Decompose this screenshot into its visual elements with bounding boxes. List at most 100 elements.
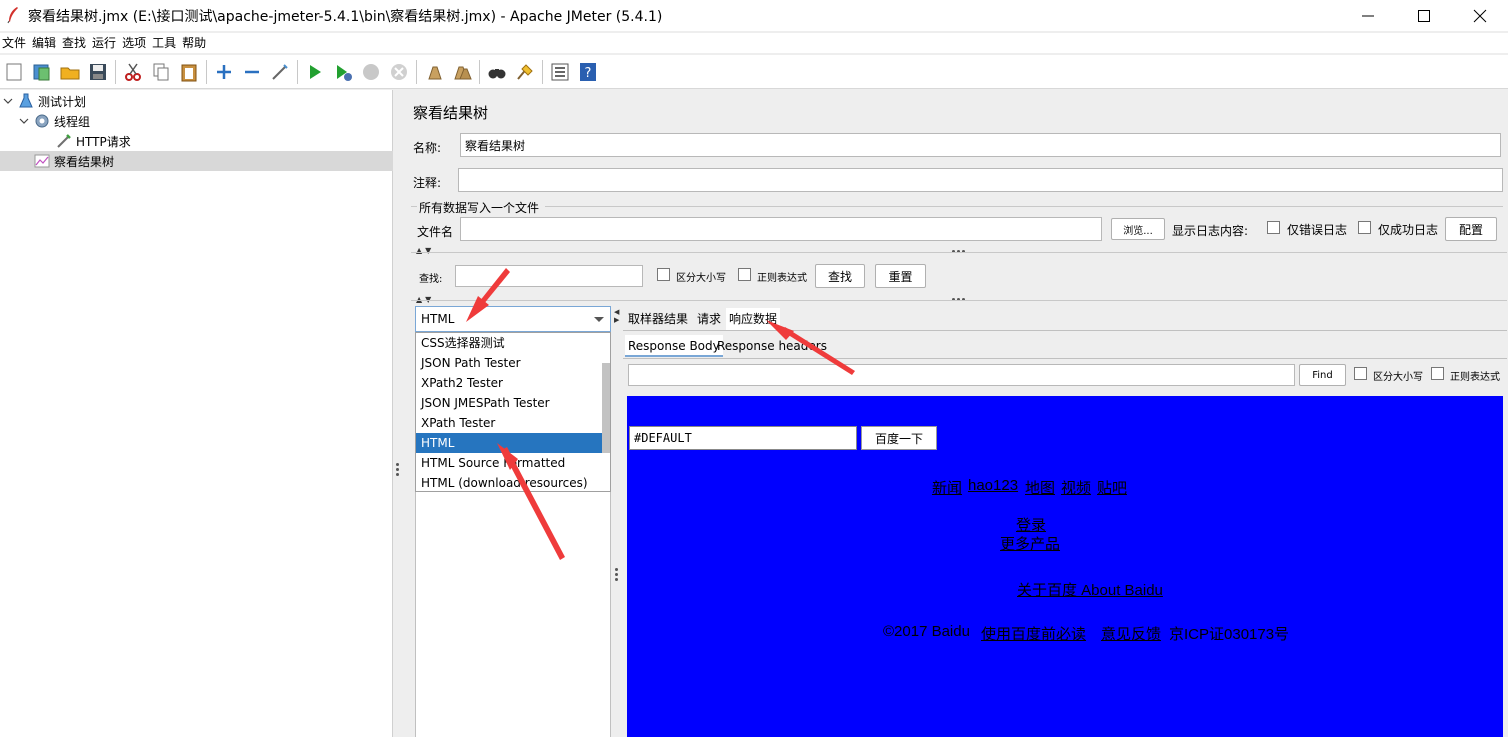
search-reset-button[interactable]: 重置 — [875, 264, 926, 288]
menu-edit[interactable]: 编辑 — [30, 33, 58, 53]
rendered-html-view: #DEFAULT 百度一下 新闻 hao123 地图 视频 贴吧 登录 更多产品… — [627, 396, 1503, 737]
results-splitter[interactable]: ◀ ▶ — [613, 306, 621, 737]
open-button[interactable] — [56, 58, 84, 86]
start-no-pause-button[interactable] — [329, 58, 357, 86]
baidu-search-input[interactable]: #DEFAULT — [629, 426, 857, 450]
paste-button[interactable] — [175, 58, 203, 86]
menu-search[interactable]: 查找 — [60, 33, 88, 53]
toolbar: ? — [0, 55, 1508, 89]
results-list-area — [415, 492, 611, 737]
renderer-option[interactable]: XPath Tester — [416, 413, 602, 433]
link-map[interactable]: 地图 — [1025, 477, 1055, 498]
minimize-button[interactable] — [1340, 0, 1396, 31]
response-find-button[interactable]: Find — [1299, 364, 1346, 386]
tab-response-body[interactable]: Response Body — [625, 335, 723, 357]
reset-search-button[interactable] — [511, 58, 539, 86]
response-search-input[interactable] — [628, 364, 1295, 386]
renderer-option[interactable]: CSS选择器测试 — [416, 333, 602, 353]
regex-checkbox[interactable] — [738, 268, 751, 281]
paste-icon — [181, 64, 197, 81]
tree-node-http-request[interactable]: HTTP请求 — [40, 131, 131, 151]
list-scrollbar[interactable] — [602, 363, 610, 453]
link-feedback[interactable]: 意见反馈 — [1101, 623, 1161, 644]
configure-button[interactable]: 配置 — [1445, 217, 1497, 241]
menu-run[interactable]: 运行 — [90, 33, 118, 53]
save-button[interactable] — [84, 58, 112, 86]
tab-request[interactable]: 请求 — [694, 308, 724, 330]
toolbar-separator — [542, 59, 543, 84]
expand-button[interactable] — [210, 58, 238, 86]
name-field[interactable]: 察看结果树 — [460, 133, 1501, 157]
renderer-option[interactable]: JSON Path Tester — [416, 353, 602, 373]
tree-node-thread-group[interactable]: 线程组 — [18, 111, 90, 131]
tree-node-label: 线程组 — [54, 114, 91, 129]
pipette-icon — [57, 134, 71, 148]
help-button[interactable]: ? — [574, 58, 602, 86]
clear-all-button[interactable] — [448, 58, 476, 86]
menu-file[interactable]: 文件 — [0, 33, 28, 53]
close-button[interactable] — [1452, 0, 1508, 31]
response-regex-checkbox[interactable] — [1431, 367, 1444, 380]
toggle-button[interactable] — [266, 58, 294, 86]
collapse-button[interactable] — [238, 58, 266, 86]
maximize-button[interactable] — [1396, 0, 1452, 31]
filename-field[interactable] — [460, 217, 1102, 241]
baidu-search-button[interactable]: 百度一下 — [861, 426, 937, 450]
copy-button[interactable] — [147, 58, 175, 86]
errors-only-checkbox[interactable] — [1267, 221, 1280, 234]
success-only-label: 仅成功日志 — [1378, 223, 1439, 237]
renderer-option[interactable]: HTML Source Formatted — [416, 453, 602, 473]
menu-options[interactable]: 选项 — [120, 33, 148, 53]
stop-button[interactable] — [357, 58, 385, 86]
start-button[interactable] — [301, 58, 329, 86]
toolbar-separator — [416, 59, 417, 84]
link-about-baidu[interactable]: 关于百度 About Baidu — [1017, 579, 1163, 600]
search-button[interactable] — [483, 58, 511, 86]
renderer-option[interactable]: HTML (download resources) — [416, 473, 602, 493]
templates-button[interactable] — [28, 58, 56, 86]
collapse-arrows-icon[interactable]: ▲▼ — [416, 246, 434, 255]
tree-node-label: 测试计划 — [38, 94, 87, 109]
link-hao123[interactable]: hao123 — [968, 477, 1018, 494]
tab-sampler-result[interactable]: 取样器结果 — [625, 308, 691, 330]
renderer-select[interactable]: HTML — [415, 306, 611, 332]
tree-node-test-plan[interactable]: 测试计划 — [2, 91, 86, 111]
link-tieba[interactable]: 贴吧 — [1097, 477, 1127, 498]
test-plan-tree: 测试计划 线程组 HTTP请求 察看结果树 — [0, 90, 393, 737]
renderer-option[interactable]: JSON JMESPath Tester — [416, 393, 602, 413]
comment-field[interactable] — [458, 168, 1503, 192]
success-only-checkbox[interactable] — [1358, 221, 1371, 234]
link-news[interactable]: 新闻 — [932, 477, 962, 498]
renderer-option-selected[interactable]: HTML — [416, 433, 602, 453]
splitter-handle-icon — [615, 568, 618, 583]
menu-help[interactable]: 帮助 — [180, 33, 208, 53]
save-icon — [90, 63, 106, 80]
toolbar-separator — [479, 59, 480, 84]
toolbar-separator — [297, 59, 298, 84]
splitter-arrows-icon: ◀ ▶ — [614, 308, 620, 324]
shutdown-button[interactable] — [385, 58, 413, 86]
search-input[interactable] — [455, 265, 643, 287]
copyright-text: ©2017 Baidu — [883, 623, 970, 640]
search-find-button[interactable]: 查找 — [815, 264, 865, 288]
panel-title: 察看结果树 — [413, 104, 489, 122]
renderer-option[interactable]: XPath2 Tester — [416, 373, 602, 393]
response-case-checkbox[interactable] — [1354, 367, 1367, 380]
link-video[interactable]: 视频 — [1061, 477, 1091, 498]
tab-response-headers[interactable]: Response headers — [714, 335, 830, 357]
function-helper-button[interactable] — [546, 58, 574, 86]
browse-button[interactable]: 浏览... — [1111, 218, 1165, 240]
clear-button[interactable] — [420, 58, 448, 86]
tree-node-view-results-tree[interactable]: 察看结果树 — [0, 151, 393, 171]
link-must-read[interactable]: 使用百度前必读 — [981, 623, 1086, 644]
filename-label: 文件名 — [417, 225, 454, 239]
menu-tools[interactable]: 工具 — [150, 33, 178, 53]
tab-response-data[interactable]: 响应数据 — [726, 308, 781, 330]
link-more-products[interactable]: 更多产品 — [1000, 533, 1060, 554]
svg-text:?: ? — [585, 66, 592, 81]
case-sensitive-checkbox[interactable] — [657, 268, 670, 281]
cut-button[interactable] — [119, 58, 147, 86]
new-button[interactable] — [0, 58, 28, 86]
link-login[interactable]: 登录 — [1016, 514, 1046, 535]
main-splitter[interactable] — [393, 90, 403, 737]
